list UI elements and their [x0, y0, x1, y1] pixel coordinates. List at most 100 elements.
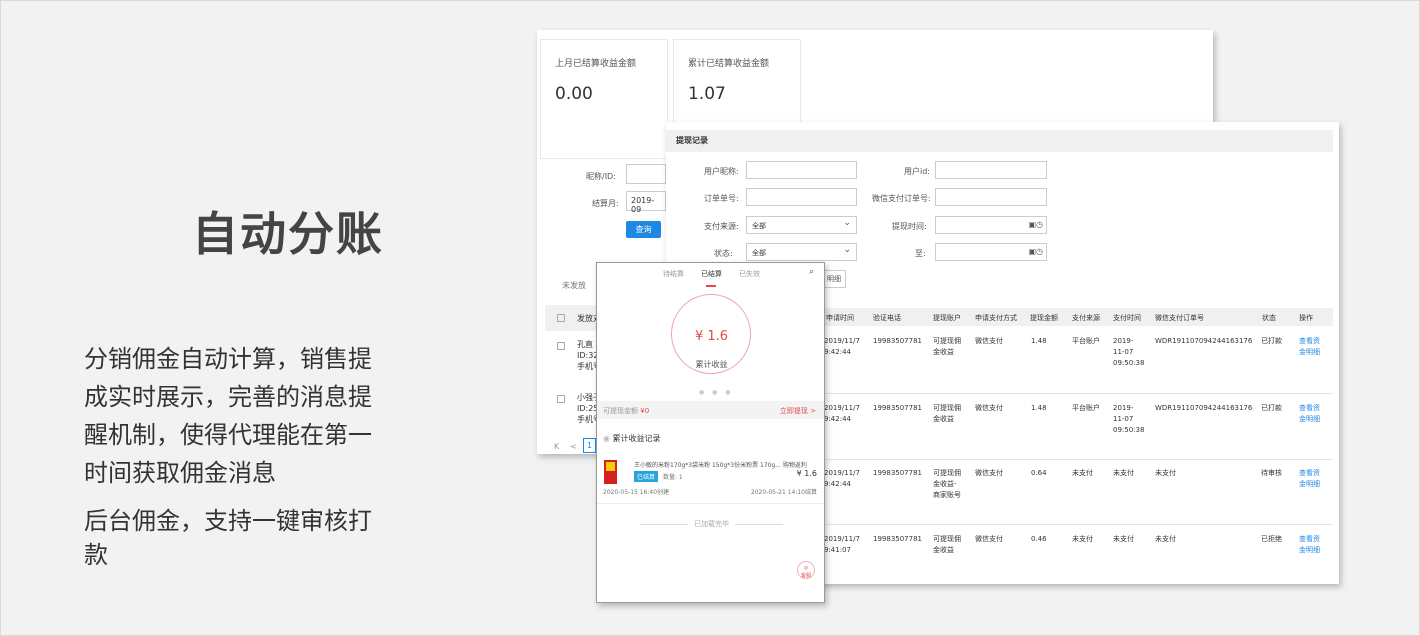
text: 09:50:38: [1113, 359, 1145, 367]
search-icon[interactable]: ⌕: [809, 267, 814, 277]
records-label: 累计收益记录: [612, 434, 661, 443]
calendar-clock-icon[interactable]: ▣◷: [1028, 220, 1043, 229]
text: 可提现佣: [933, 535, 961, 543]
cell-method: 微信支付: [975, 404, 1003, 412]
view-fund-detail-link[interactable]: 查看资 金明细: [1299, 336, 1320, 358]
text: 9:41:07: [824, 546, 851, 554]
card-label: 累计已结算收益金额: [688, 59, 770, 69]
cell-account: 可提现佣 金收益: [933, 336, 961, 358]
cell-paytime: 未支付: [1113, 535, 1134, 543]
desc-line: 款: [84, 541, 108, 569]
text[interactable]: 金明细: [1299, 545, 1320, 556]
cell-phone: 19983507781: [873, 535, 922, 543]
wechat-order-input[interactable]: [935, 188, 1047, 206]
text[interactable]: 金明细: [1299, 479, 1320, 490]
pager-first[interactable]: K: [554, 441, 559, 452]
help-label: 客服: [800, 573, 811, 579]
cell-method: 微信支付: [975, 469, 1003, 477]
column-header: 支付来源: [1072, 314, 1100, 322]
desc-line: 分销佣金自动计算，销售提: [84, 345, 372, 373]
cell-status: 已打款: [1261, 404, 1282, 412]
text[interactable]: 查看资: [1299, 403, 1320, 414]
withdraw-time-label: 提现时间:: [892, 222, 927, 231]
text[interactable]: 金明细: [1299, 414, 1320, 425]
pay-source-select[interactable]: 全部: [746, 216, 857, 234]
text[interactable]: 金明细: [1299, 347, 1320, 358]
row-checkbox[interactable]: [557, 342, 565, 350]
text: 2019/11/7: [824, 404, 860, 412]
column-header: 提现账户: [933, 314, 961, 322]
withdraw-time-start[interactable]: ▣◷: [935, 216, 1047, 234]
customer-service-button[interactable]: ◎ 客服: [797, 561, 815, 579]
view-fund-detail-link[interactable]: 查看资 金明细: [1299, 403, 1320, 425]
cell-amount: 0.64: [1031, 469, 1047, 477]
cell-status: 待审核: [1261, 469, 1282, 477]
column-header: 提现金额: [1030, 314, 1058, 322]
row-name: 孔直: [577, 340, 593, 349]
cell-paytime: 2019- 11-07 09:50:38: [1113, 336, 1144, 369]
column-header: 验证电话: [873, 314, 901, 322]
cell-order: 未支付: [1155, 535, 1176, 543]
text: 可提现佣: [933, 469, 961, 477]
cell-time: 2019/11/7 9:42:44: [824, 468, 860, 490]
column-header: 状态: [1262, 314, 1276, 322]
cell-phone: 19983507781: [873, 337, 922, 345]
select-all-checkbox[interactable]: [557, 314, 565, 322]
user-id-input[interactable]: [935, 161, 1047, 179]
status-select[interactable]: 全部: [746, 243, 857, 261]
row-checkbox[interactable]: [557, 395, 565, 403]
cell-paytime: 2019- 11-07 09:50:38: [1113, 403, 1144, 436]
text: 9:42:44: [824, 480, 851, 488]
text: 9:42:44: [824, 415, 851, 423]
cell-status: 已打款: [1261, 337, 1282, 345]
text[interactable]: 查看资: [1299, 534, 1320, 545]
column-header: 操作: [1299, 314, 1313, 322]
pay-source-label: 支付来源:: [704, 222, 739, 231]
divider: [597, 503, 824, 504]
withdraw-now-link[interactable]: 立即提现 >: [780, 406, 816, 416]
detail-button[interactable]: 明细: [822, 270, 846, 288]
desc-line: 成实时展示，完善的消息提: [84, 383, 372, 411]
tab-unpaid[interactable]: 未发放: [562, 280, 586, 291]
text: 11-07: [1113, 348, 1134, 356]
text: 2019/11/7: [824, 535, 860, 543]
cell-account: 可提现佣 金收益- 商家账号: [933, 468, 961, 501]
month-input[interactable]: 2019-09: [626, 191, 666, 214]
calendar-clock-icon[interactable]: ▣◷: [1028, 247, 1043, 256]
view-fund-detail-link[interactable]: 查看资 金明细: [1299, 468, 1320, 490]
cell-method: 微信支付: [975, 535, 1003, 543]
radio-icon: ◉: [603, 434, 610, 443]
tab-pending[interactable]: 待结算: [663, 269, 684, 279]
order-no-input[interactable]: [746, 188, 857, 206]
text: 商家账号: [933, 491, 961, 499]
text[interactable]: 查看资: [1299, 336, 1320, 347]
text: 2019/11/7: [824, 337, 860, 345]
order-no-label: 订单单号:: [704, 194, 739, 203]
user-id-label: 用户id:: [904, 167, 930, 176]
pager-prev[interactable]: <: [570, 441, 577, 452]
cell-order: WDR191107094244163176: [1155, 337, 1253, 345]
nick-id-input[interactable]: [626, 164, 666, 184]
cell-account: 可提现佣 金收益: [933, 534, 961, 556]
query-button[interactable]: 查询: [626, 221, 661, 238]
tab-expired[interactable]: 已失效: [739, 269, 760, 279]
column-header: 微信支付订单号: [1155, 314, 1204, 322]
text: 金收益: [933, 348, 954, 356]
desc-line: 时间获取佣金消息: [84, 459, 276, 487]
user-nick-input[interactable]: [746, 161, 857, 179]
cell-paytime: 未支付: [1113, 469, 1134, 477]
text: 可提现佣: [933, 337, 961, 345]
tab-settled[interactable]: 已结算: [701, 269, 722, 279]
pager-page-1[interactable]: 1: [583, 438, 597, 453]
view-fund-detail-link[interactable]: 查看资 金明细: [1299, 534, 1320, 556]
available-amount: 可提现金额 ¥0: [603, 406, 649, 416]
nick-id-label: 昵称/ID:: [586, 172, 616, 181]
withdraw-time-end[interactable]: ▣◷: [935, 243, 1047, 261]
carousel-dots: ● ● ●: [699, 389, 734, 396]
cell-source: 平台账户: [1072, 337, 1100, 345]
text[interactable]: 查看资: [1299, 468, 1320, 479]
desc-line: 醒机制，使得代理能在第一: [84, 421, 372, 449]
status-label: 状态:: [714, 249, 733, 258]
records-header: ◉ 累计收益记录: [603, 433, 661, 444]
active-tab-indicator: [706, 285, 716, 287]
